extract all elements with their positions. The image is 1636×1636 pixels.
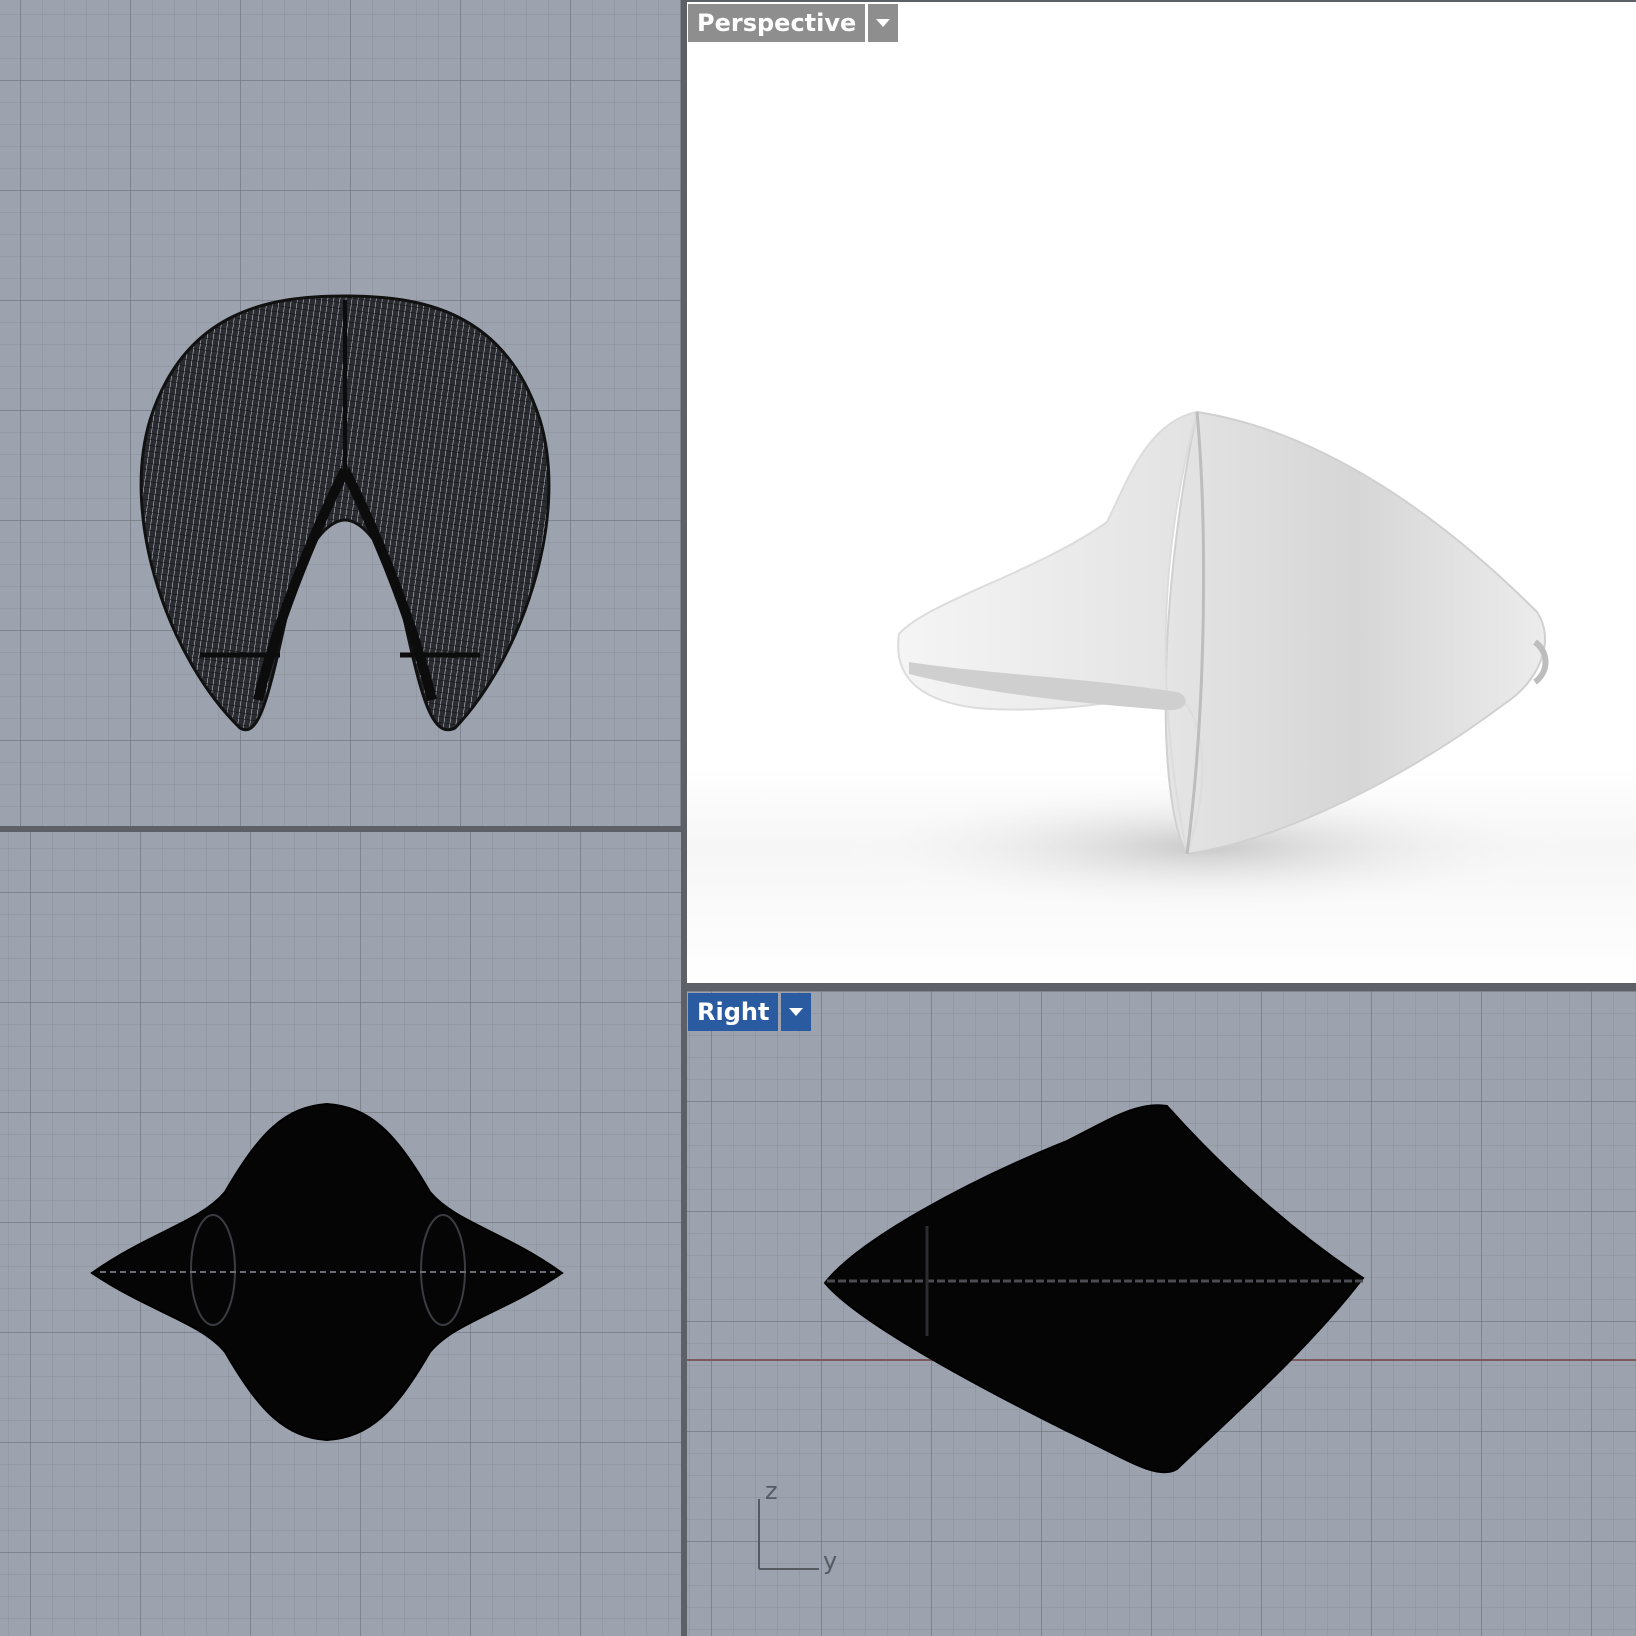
wireframe-right-view: z y	[687, 1104, 1636, 1575]
viewport-top[interactable]	[0, 0, 681, 826]
axis-label-z: z	[765, 1477, 778, 1505]
perspective-tab-label[interactable]: Perspective	[688, 4, 866, 42]
right-dropdown-button[interactable]	[781, 993, 812, 1031]
viewport-perspective[interactable]: Perspective	[687, 2, 1636, 983]
viewport-right[interactable]: Right z y	[687, 991, 1636, 1636]
wireframe-top-view	[139, 294, 551, 732]
viewport-front[interactable]	[0, 832, 681, 1636]
chevron-down-icon	[789, 1008, 804, 1016]
right-tab-label[interactable]: Right	[688, 993, 779, 1031]
chevron-down-icon	[876, 19, 891, 27]
perspective-tab[interactable]: Perspective	[688, 4, 899, 42]
rendered-object	[827, 410, 1587, 917]
wireframe-front-view	[90, 1102, 564, 1442]
right-tab[interactable]: Right	[688, 993, 812, 1031]
axis-label-y: y	[823, 1547, 837, 1575]
perspective-dropdown-button[interactable]	[868, 4, 899, 42]
